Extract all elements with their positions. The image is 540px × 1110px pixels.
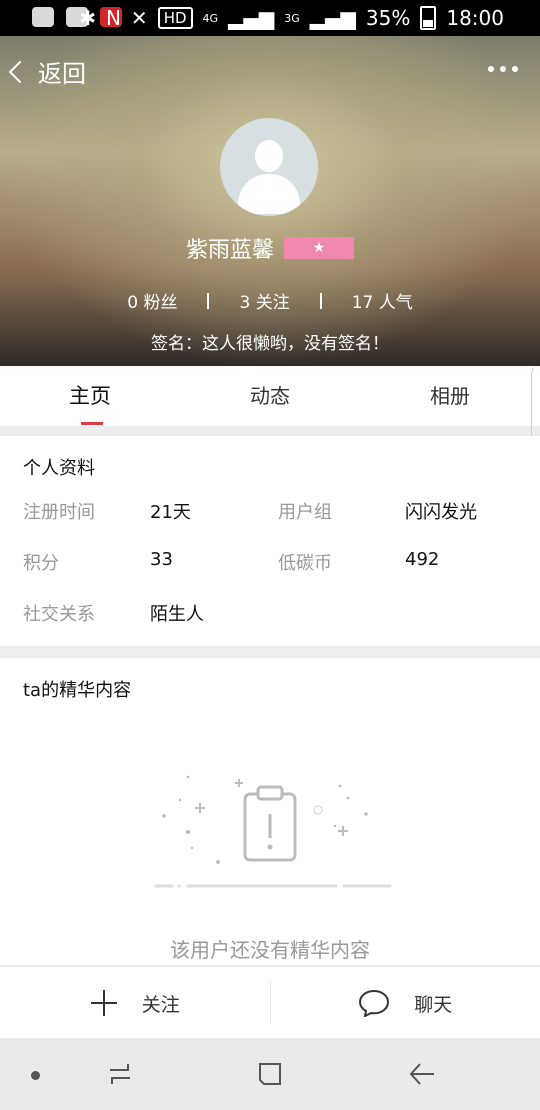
empty-clipboard-icon <box>154 775 392 888</box>
signal-icon: ▂▄▆ <box>228 6 275 30</box>
section-title: 个人资料 <box>23 458 95 479</box>
network-label: 4G <box>202 11 219 25</box>
section-title: ta的精华内容 <box>23 680 132 701</box>
battery-icon <box>420 6 437 30</box>
coins-label: 低碳币 <box>278 553 332 574</box>
username-row: 紫雨蓝馨 ★ <box>0 232 540 264</box>
avatar[interactable] <box>220 118 318 216</box>
chat-bubble-icon <box>359 989 390 1017</box>
bottom-action-bar: 关注 聊天 <box>0 966 540 1039</box>
back-nav-icon[interactable] <box>408 1060 436 1088</box>
system-navigation-bar <box>0 1038 540 1110</box>
status-bar: ✱ N ✕ HD 4G ▂▄▆ 3G ▂▄▆ 35% 18:00 <box>0 0 540 36</box>
signal-icon-2: ▂▄▆ <box>309 6 356 30</box>
following-count[interactable]: 3 关注 <box>209 288 319 313</box>
chevron-left-icon <box>8 60 32 83</box>
more-options-icon[interactable] <box>488 66 518 72</box>
points-value: 33 <box>150 549 173 570</box>
user-stats: 0 粉丝 3 关注 17 人气 <box>0 288 540 313</box>
chat-button[interactable]: 聊天 <box>271 967 540 1039</box>
battery-percent: 35% <box>365 6 411 30</box>
bluetooth-icon: ✱ <box>79 6 96 30</box>
social-relation-label: 社交关系 <box>23 604 95 625</box>
user-level-badge: ★ <box>284 237 354 259</box>
tab-album[interactable]: 相册 <box>360 366 540 426</box>
home-icon[interactable] <box>256 1060 284 1088</box>
mute-icon: ✕ <box>130 6 148 30</box>
points-label: 积分 <box>23 553 59 574</box>
profile-info-card: 个人资料 注册时间 21天 用户组 闪闪发光 积分 33 低碳币 492 社交关… <box>0 436 540 646</box>
follow-button[interactable]: 关注 <box>0 967 270 1039</box>
wechat-icon <box>32 7 54 27</box>
tab-home[interactable]: 主页 <box>0 366 180 426</box>
back-button[interactable]: 返回 <box>8 54 86 89</box>
social-relation-value: 陌生人 <box>150 604 204 625</box>
network-label-2: 3G <box>284 11 300 25</box>
register-time-label: 注册时间 <box>23 502 95 523</box>
coins-value: 492 <box>405 549 440 570</box>
user-group-value: 闪闪发光 <box>405 502 477 523</box>
hd-badge: HD <box>157 7 193 29</box>
back-label: 返回 <box>38 60 86 88</box>
profile-header: 返回 紫雨蓝馨 ★ 0 粉丝 3 关注 17 人气 签名：这人很懒哟，没有签名！ <box>0 36 540 366</box>
profile-tabs: 主页 动态 相册 <box>0 366 540 426</box>
user-group-label: 用户组 <box>278 502 332 523</box>
tab-activity[interactable]: 动态 <box>180 366 360 426</box>
recent-apps-icon[interactable] <box>106 1060 134 1088</box>
nfc-icon: N <box>105 6 121 30</box>
fans-count[interactable]: 0 粉丝 <box>97 288 207 313</box>
plus-icon <box>90 990 117 1016</box>
chat-label: 聊天 <box>414 993 453 1016</box>
featured-content-card: ta的精华内容 该用户还没有精华内容 <box>0 658 540 965</box>
follow-label: 关注 <box>141 993 180 1016</box>
popularity-count: 17 人气 <box>351 293 413 313</box>
signature: 签名：这人很懒哟，没有签名！ <box>151 334 389 354</box>
empty-state-text: 该用户还没有精华内容 <box>170 938 370 962</box>
register-time-value: 21天 <box>150 502 191 523</box>
system-icons: ✱ N ✕ HD 4G ▂▄▆ 3G ▂▄▆ 35% 18:00 <box>79 6 504 30</box>
nav-indicator-dot <box>31 1071 40 1080</box>
clock: 18:00 <box>446 6 504 30</box>
active-tab-indicator <box>81 422 103 425</box>
username: 紫雨蓝馨 <box>185 238 274 263</box>
